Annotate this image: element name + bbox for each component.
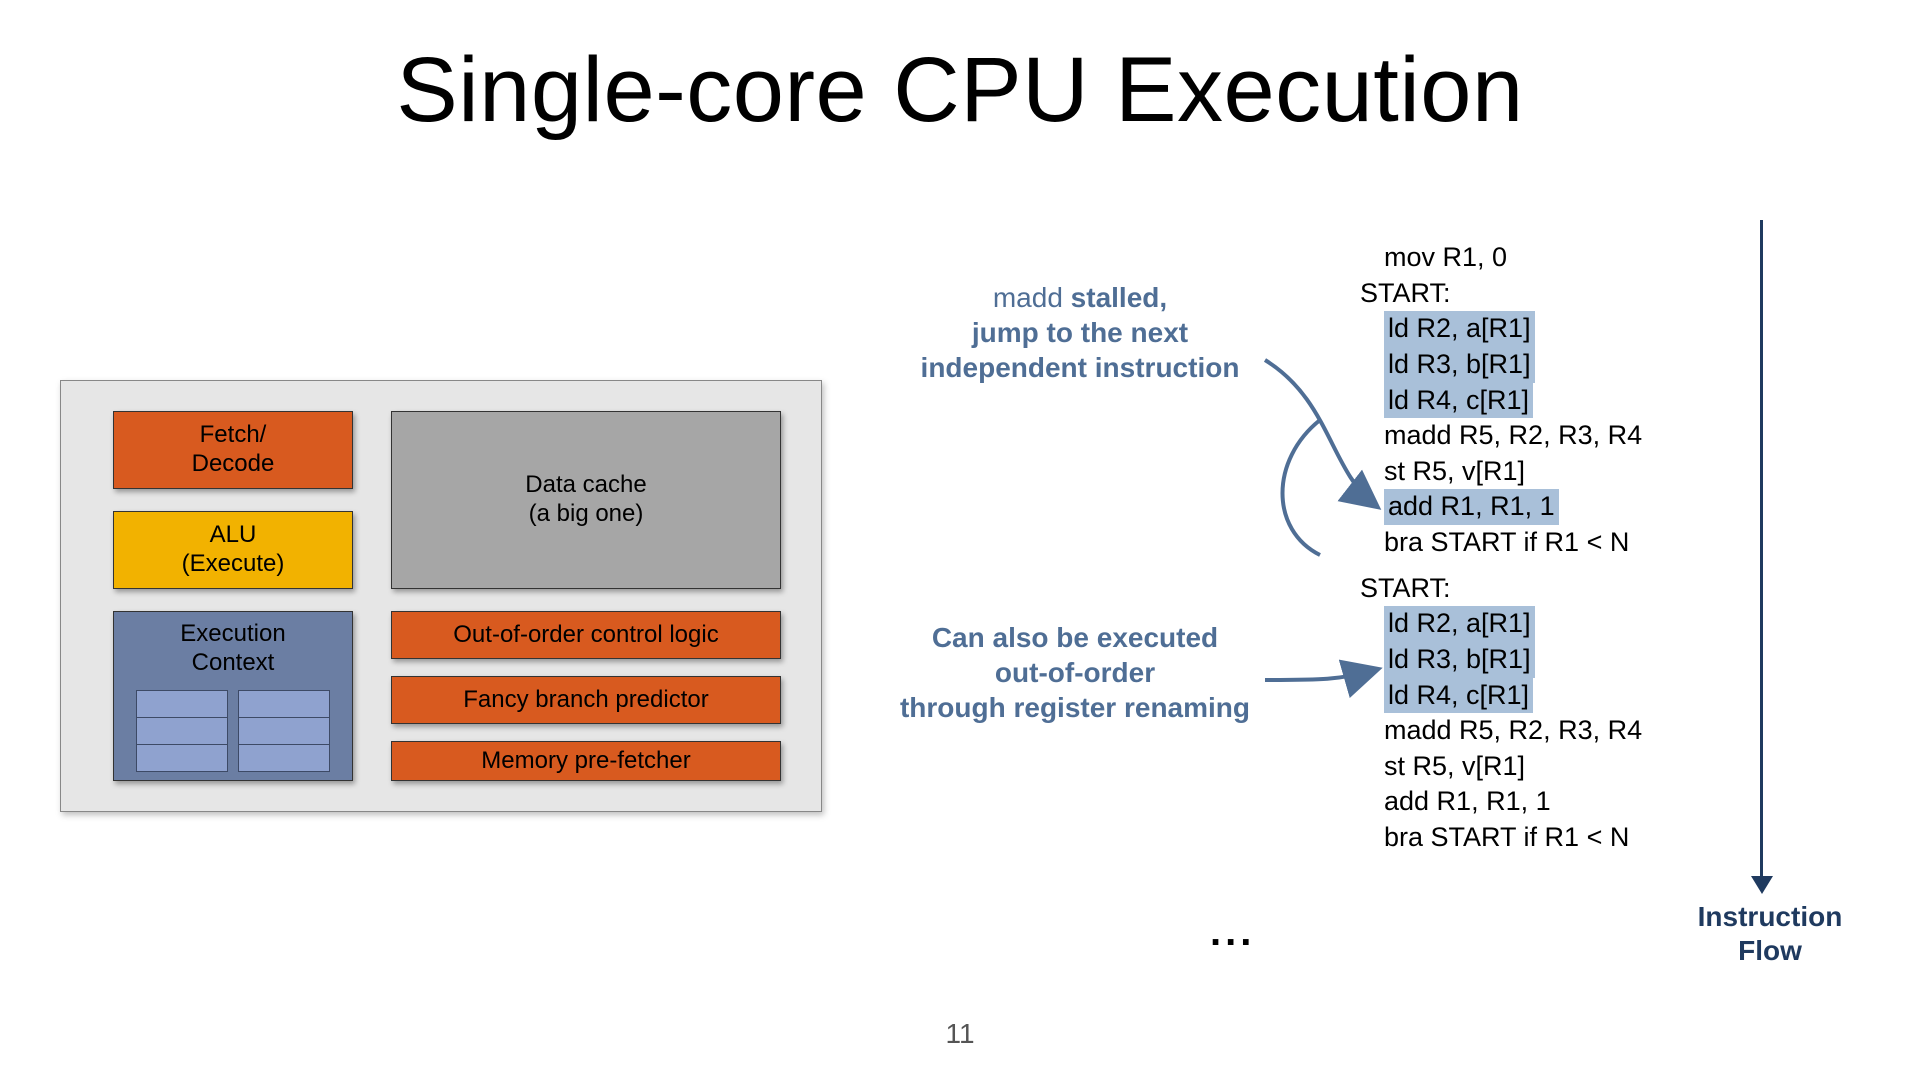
- register-cell: [136, 745, 228, 772]
- data-cache-block: Data cache(a big one): [391, 411, 781, 589]
- ooo-control-block: Out-of-order control logic: [391, 611, 781, 659]
- register-cell: [238, 718, 330, 745]
- code-line: mov R1, 0: [1360, 240, 1680, 276]
- annotation-stalled-bold: stalled: [1071, 282, 1160, 313]
- page-number: 11: [0, 1018, 1920, 1050]
- register-cell: [136, 718, 228, 745]
- cpu-diagram: Fetch/Decode ALU(Execute) ExecutionConte…: [60, 380, 822, 812]
- code-line: st R5, v[R1]: [1360, 454, 1680, 490]
- ellipsis: ...: [1210, 910, 1255, 955]
- alu-block: ALU(Execute): [113, 511, 353, 589]
- code-line: START:: [1360, 276, 1680, 312]
- code-line: ld R4, c[R1]: [1360, 678, 1680, 714]
- code-line: ld R2, a[R1]: [1360, 606, 1680, 642]
- code-line: madd R5, R2, R3, R4: [1360, 713, 1680, 749]
- code-line: st R5, v[R1]: [1360, 749, 1680, 785]
- code-line: ld R2, a[R1]: [1360, 311, 1680, 347]
- branch-predictor-block: Fancy branch predictor: [391, 676, 781, 724]
- annotation-stalled-pre: madd: [993, 282, 1071, 313]
- code-line: ld R3, b[R1]: [1360, 642, 1680, 678]
- arrow-down-icon: [1751, 876, 1773, 894]
- code-line: ld R4, c[R1]: [1360, 383, 1680, 419]
- code-line: add R1, R1, 1: [1360, 784, 1680, 820]
- annotation-stalled: madd stalled,jump to the nextindependent…: [900, 280, 1260, 385]
- code-line: bra START if R1 < N: [1360, 525, 1680, 561]
- annotation-ooo: Can also be executedout-of-orderthrough …: [890, 620, 1260, 725]
- slide: Single-core CPU Execution Fetch/Decode A…: [0, 0, 1920, 1080]
- code-line: add R1, R1, 1: [1360, 489, 1680, 525]
- code-listing: mov R1, 0 START: ld R2, a[R1] ld R3, b[R…: [1360, 240, 1680, 856]
- register-grid: [136, 690, 330, 772]
- execution-context-block: ExecutionContext: [113, 611, 353, 781]
- slide-title: Single-core CPU Execution: [0, 38, 1920, 143]
- code-line: bra START if R1 < N: [1360, 820, 1680, 856]
- instruction-flow-arrow: [1760, 220, 1763, 880]
- code-line: START:: [1360, 571, 1680, 607]
- fetch-decode-block: Fetch/Decode: [113, 411, 353, 489]
- instruction-flow-label: InstructionFlow: [1680, 900, 1860, 967]
- prefetcher-block: Memory pre-fetcher: [391, 741, 781, 781]
- register-cell: [238, 745, 330, 772]
- register-cell: [136, 690, 228, 718]
- execution-context-label: ExecutionContext: [180, 620, 285, 678]
- register-cell: [238, 690, 330, 718]
- code-line: madd R5, R2, R3, R4: [1360, 418, 1680, 454]
- code-line: ld R3, b[R1]: [1360, 347, 1680, 383]
